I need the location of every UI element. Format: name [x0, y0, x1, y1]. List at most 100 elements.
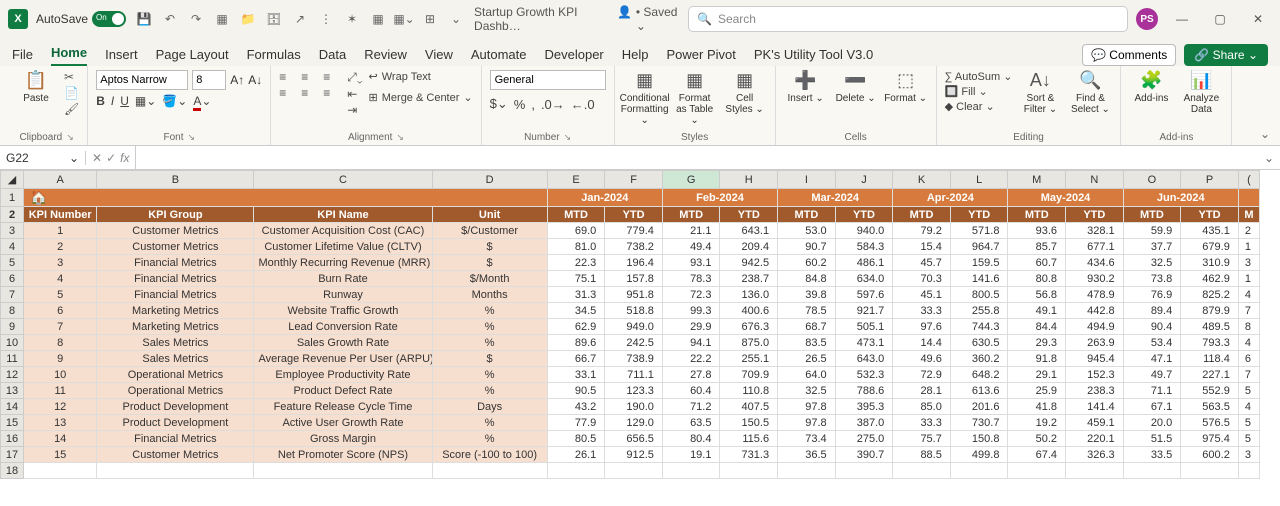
cell[interactable]: 64.0 [778, 367, 836, 383]
cell[interactable]: 29.9 [662, 319, 720, 335]
cell[interactable]: 84.4 [1008, 319, 1066, 335]
cell[interactable]: 395.3 [835, 399, 893, 415]
cell[interactable]: 4 [1238, 335, 1259, 351]
cell[interactable]: 115.6 [720, 431, 778, 447]
cell[interactable]: 97.8 [778, 415, 836, 431]
tab-home[interactable]: Home [51, 45, 87, 66]
cell[interactable]: 793.3 [1181, 335, 1239, 351]
row-header-13[interactable]: 13 [1, 383, 24, 399]
cell[interactable]: 275.0 [835, 431, 893, 447]
cell[interactable]: % [432, 367, 547, 383]
cell[interactable]: 499.8 [950, 447, 1008, 463]
cell[interactable]: 15 [24, 447, 97, 463]
cell[interactable]: 33.3 [893, 415, 951, 431]
tab-insert[interactable]: Insert [105, 47, 138, 66]
cell[interactable]: 227.1 [1181, 367, 1239, 383]
cell[interactable]: 79.2 [893, 223, 951, 239]
cell[interactable]: Active User Growth Rate [254, 415, 432, 431]
cell[interactable]: 220.1 [1066, 431, 1124, 447]
comma-icon[interactable]: , [531, 97, 535, 112]
bold-button[interactable]: B [96, 94, 105, 108]
cell[interactable]: 949.0 [605, 319, 663, 335]
cell[interactable]: 73.4 [778, 431, 836, 447]
col-header-D[interactable]: D [432, 171, 547, 189]
cell[interactable]: 123.3 [605, 383, 663, 399]
align-mid-icon[interactable]: ≡ [301, 70, 319, 84]
name-box[interactable]: G22⌄ [0, 151, 86, 165]
tab-page-layout[interactable]: Page Layout [156, 47, 229, 66]
cell[interactable]: 36.5 [778, 447, 836, 463]
row-header-18[interactable]: 18 [1, 463, 24, 479]
insert-cells-button[interactable]: ➕Insert ⌄ [784, 70, 828, 104]
cell[interactable]: 940.0 [835, 223, 893, 239]
cell[interactable]: 47.1 [1123, 351, 1181, 367]
cell[interactable]: Burn Rate [254, 271, 432, 287]
cell[interactable]: 190.0 [605, 399, 663, 415]
search-input[interactable]: 🔍 Search [688, 6, 1128, 32]
wrap-text-button[interactable]: ↩Wrap Text [369, 70, 473, 83]
cell[interactable]: 45.1 [893, 287, 951, 303]
tab-help[interactable]: Help [622, 47, 649, 66]
cell[interactable]: 141.4 [1066, 399, 1124, 415]
cell[interactable]: 5 [24, 287, 97, 303]
cell[interactable]: 33.3 [893, 303, 951, 319]
qat-icon-4[interactable]: ↗ [290, 9, 310, 29]
cell[interactable]: 75.7 [893, 431, 951, 447]
border-button[interactable]: ▦⌄ [135, 94, 156, 108]
cell[interactable]: 263.9 [1066, 335, 1124, 351]
format-cells-button[interactable]: ⬚Format ⌄ [884, 70, 928, 104]
cell[interactable]: 19.2 [1008, 415, 1066, 431]
cell[interactable]: Operational Metrics [97, 367, 254, 383]
cell[interactable]: 73.8 [1123, 271, 1181, 287]
cell[interactable]: Gross Margin [254, 431, 432, 447]
col-header-F[interactable]: F [605, 171, 663, 189]
sort-filter-button[interactable]: A↓Sort & Filter ⌄ [1018, 70, 1062, 115]
indent-inc-icon[interactable]: ⇥ [347, 103, 362, 117]
close-button[interactable]: ✕ [1244, 5, 1272, 33]
tab-data[interactable]: Data [319, 47, 346, 66]
cell[interactable]: 434.6 [1066, 255, 1124, 271]
cell[interactable]: 643.0 [835, 351, 893, 367]
cell[interactable]: 711.1 [605, 367, 663, 383]
cell[interactable]: 77.9 [547, 415, 605, 431]
maximize-button[interactable]: ▢ [1206, 5, 1234, 33]
cell[interactable]: Customer Metrics [97, 239, 254, 255]
cell[interactable]: Sales Metrics [97, 335, 254, 351]
cell[interactable]: 6 [24, 303, 97, 319]
spreadsheet-grid[interactable]: ◢ABCDEFGHIJKLMNOP(1🏠Jan-2024Feb-2024Mar-… [0, 170, 1280, 506]
row-header-2[interactable]: 2 [1, 207, 24, 223]
cancel-formula-icon[interactable]: ✕ [92, 151, 102, 165]
cell[interactable]: 310.9 [1181, 255, 1239, 271]
cell[interactable]: 571.8 [950, 223, 1008, 239]
enter-formula-icon[interactable]: ✓ [106, 151, 116, 165]
qat-icon-6[interactable]: ✶ [342, 9, 362, 29]
cell[interactable]: 788.6 [835, 383, 893, 399]
dec-decimal-icon[interactable]: ←.0 [571, 97, 595, 112]
cell[interactable]: 60.2 [778, 255, 836, 271]
cell[interactable]: 50.2 [1008, 431, 1066, 447]
indent-dec-icon[interactable]: ⇤ [347, 87, 362, 101]
cell[interactable] [605, 463, 663, 479]
cell[interactable]: 9 [24, 351, 97, 367]
cell[interactable]: 53.0 [778, 223, 836, 239]
cell[interactable]: Marketing Metrics [97, 319, 254, 335]
cell[interactable]: 68.7 [778, 319, 836, 335]
inc-decimal-icon[interactable]: .0→ [541, 97, 565, 112]
col-header-O[interactable]: O [1123, 171, 1181, 189]
cell[interactable]: Marketing Metrics [97, 303, 254, 319]
cell[interactable]: 552.9 [1181, 383, 1239, 399]
cell[interactable]: 532.3 [835, 367, 893, 383]
cell[interactable]: 67.1 [1123, 399, 1181, 415]
cell[interactable]: 478.9 [1066, 287, 1124, 303]
fill-button[interactable]: 🔲 Fill ⌄ [945, 85, 1013, 98]
cell[interactable]: 3 [1238, 255, 1259, 271]
cell[interactable]: 70.3 [893, 271, 951, 287]
cell[interactable]: 238.3 [1066, 383, 1124, 399]
cell[interactable]: 20.0 [1123, 415, 1181, 431]
cell[interactable]: Financial Metrics [97, 287, 254, 303]
cell[interactable]: 238.7 [720, 271, 778, 287]
cell[interactable]: 43.2 [547, 399, 605, 415]
delete-cells-button[interactable]: ➖Delete ⌄ [834, 70, 878, 104]
cell[interactable]: 26.1 [547, 447, 605, 463]
cell[interactable]: 85.0 [893, 399, 951, 415]
